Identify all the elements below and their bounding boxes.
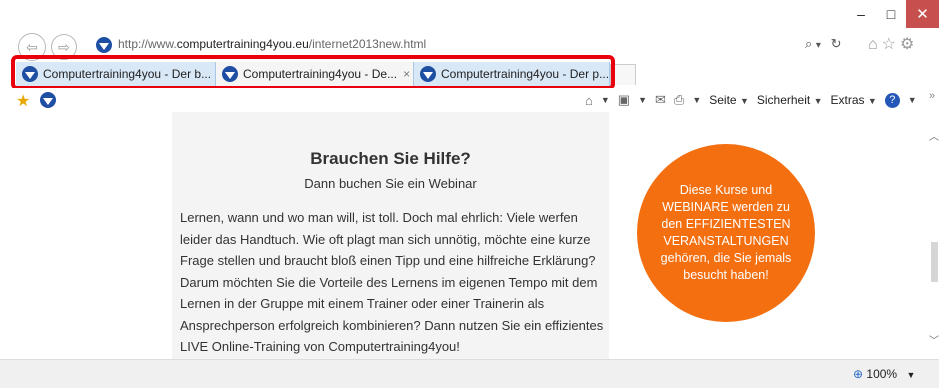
vertical-scrollbar[interactable]: ︿ ﹀ (929, 112, 939, 359)
feeds-dropdown-icon[interactable]: ▼ (638, 95, 647, 105)
menu-sicherheit[interactable]: Sicherheit ▼ (757, 93, 823, 107)
print-dropdown-icon[interactable]: ▼ (692, 95, 701, 105)
feeds-icon[interactable]: ▣ (618, 92, 630, 108)
browser-icons: ⌂☆⚙ (868, 34, 918, 54)
tab-label: Computertraining4you - De... (243, 67, 398, 81)
home-dropdown-icon[interactable]: ▼ (601, 95, 610, 105)
menu-extras[interactable]: Extras ▼ (831, 93, 877, 107)
search-icon[interactable]: ⌕ (805, 36, 812, 51)
scroll-thumb[interactable] (931, 242, 938, 282)
forward-button[interactable]: ⇨ (51, 34, 77, 60)
zoom-control[interactable]: ⊕ 100% ▼ (853, 367, 915, 381)
scroll-up-icon[interactable]: ︿ (929, 128, 939, 143)
favorite-site-icon[interactable] (40, 92, 56, 108)
page-content: Brauchen Sie Hilfe? Dann buchen Sie ein … (0, 112, 929, 359)
gear-icon[interactable]: ⚙ (900, 36, 918, 53)
site-favicon-icon (420, 66, 436, 82)
address-tools: ⌕ ▾ ↻ (805, 36, 841, 52)
site-favicon-icon (96, 37, 112, 53)
print-icon[interactable]: ⎙ (674, 92, 684, 108)
tab-label: Computertraining4you - Der p... (441, 67, 610, 81)
search-dropdown-icon[interactable]: ▾ (816, 40, 821, 51)
site-favicon-icon (222, 66, 238, 82)
star-icon[interactable]: ☆ (882, 36, 900, 53)
command-bar: ★ ⌂ ▼ ▣ ▼ ✉ ⎙ ▼ Seite ▼ Sicherheit ▼ Extras… (0, 88, 939, 113)
zoom-dropdown-icon[interactable]: ▼ (906, 370, 915, 380)
scroll-down-icon[interactable]: ﹀ (929, 332, 939, 347)
command-tools: ⌂ ▼ ▣ ▼ ✉ ⎙ ▼ Seite ▼ Sicherheit ▼ Extras ▼… (585, 92, 917, 108)
tab-2-active[interactable]: Computertraining4you - De... × (216, 62, 414, 86)
minimize-button[interactable]: – (846, 0, 876, 28)
status-bar: ⊕ 100% ▼ (0, 359, 939, 388)
promo-text: Diese Kurse und WEBINARE werden zu den E… (660, 183, 792, 282)
help-icon[interactable]: ? (884, 92, 900, 108)
page-subheading: Dann buchen Sie ein Webinar (304, 176, 477, 191)
navigation-row: ⇦ ⇨ http://www.computertraining4you.eu/i… (0, 30, 939, 62)
mail-icon[interactable]: ✉ (655, 92, 666, 108)
tab-1[interactable]: Computertraining4you - Der b... (16, 62, 216, 86)
zoom-icon: ⊕ (853, 367, 864, 381)
address-bar[interactable]: http://www.computertraining4you.eu/inter… (90, 32, 850, 58)
maximize-button[interactable]: □ (876, 0, 906, 28)
home-icon[interactable]: ⌂ (585, 93, 593, 108)
tab-bar: Computertraining4you - Der b... Computer… (0, 62, 939, 88)
menu-seite[interactable]: Seite ▼ (709, 93, 749, 107)
refresh-icon[interactable]: ↻ (831, 36, 842, 51)
more-chevron-icon[interactable]: » (929, 90, 935, 102)
page-heading: Brauchen Sie Hilfe? (310, 149, 471, 168)
body-paragraph: Lernen, wann und wo man will, ist toll. … (180, 210, 604, 354)
tab-3[interactable]: Computertraining4you - Der p... (414, 62, 610, 86)
title-bar: – □ ✕ (0, 0, 939, 30)
home-icon[interactable]: ⌂ (868, 36, 882, 53)
content-panel: Brauchen Sie Hilfe? Dann buchen Sie ein … (172, 112, 609, 359)
close-button[interactable]: ✕ (906, 0, 939, 28)
favorites-star-icon[interactable]: ★ (16, 91, 30, 111)
url-text[interactable]: http://www.computertraining4you.eu/inter… (118, 37, 426, 51)
url-path: /internet2013new.html (308, 37, 427, 51)
tab-label: Computertraining4you - Der b... (43, 67, 212, 81)
tab-close-icon[interactable]: × (403, 67, 410, 81)
new-tab-button[interactable] (610, 64, 636, 85)
back-button[interactable]: ⇦ (18, 33, 46, 61)
site-favicon-icon (22, 66, 38, 82)
zoom-level: 100% (866, 367, 898, 381)
promo-circle: Diese Kurse und WEBINARE werden zu den E… (637, 144, 815, 322)
url-domain: computertraining4you.eu (176, 37, 309, 51)
help-dropdown-icon[interactable]: ▼ (908, 95, 917, 105)
url-prefix: http://www. (118, 37, 177, 51)
